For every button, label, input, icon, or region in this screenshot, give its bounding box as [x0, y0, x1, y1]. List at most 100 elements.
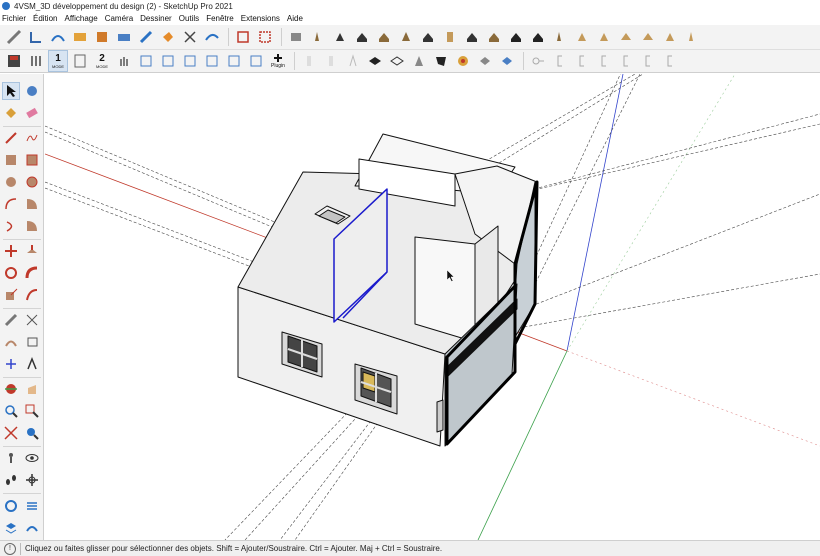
layout-button-1[interactable]	[136, 51, 156, 71]
view-button-11[interactable]	[528, 27, 548, 47]
style-button-2[interactable]	[321, 51, 341, 71]
layout-button-6[interactable]	[246, 51, 266, 71]
menu-fichier[interactable]: Fichier	[2, 14, 26, 23]
group-button[interactable]	[255, 27, 275, 47]
dimension-tool[interactable]	[23, 311, 41, 329]
menu-aide[interactable]: Aide	[287, 14, 303, 23]
rotate-tool[interactable]	[2, 264, 20, 282]
rotated-rectangle-tool[interactable]	[23, 151, 41, 169]
mode-2-button[interactable]: 2 MODE	[92, 50, 112, 72]
follow-me-button[interactable]	[202, 27, 222, 47]
select-button[interactable]	[2, 82, 20, 100]
polygon-tool[interactable]	[23, 173, 41, 191]
view-button-17[interactable]	[660, 27, 680, 47]
section-plane-button[interactable]	[136, 27, 156, 47]
move-tool[interactable]	[2, 242, 20, 260]
view-button-18[interactable]	[682, 27, 702, 47]
view-button-4[interactable]	[374, 27, 394, 47]
zoom-extents-tool[interactable]	[2, 424, 20, 442]
hand-button[interactable]	[114, 51, 134, 71]
offset-tool[interactable]	[23, 286, 41, 304]
style-button-1[interactable]	[299, 51, 319, 71]
look-around-tool[interactable]	[23, 449, 41, 467]
axes-button[interactable]	[92, 27, 112, 47]
section-plane-tool[interactable]	[23, 471, 41, 489]
walk-tool[interactable]	[2, 471, 20, 489]
monochrome-button[interactable]	[475, 51, 495, 71]
dimension-button[interactable]	[26, 27, 46, 47]
side-window[interactable]	[436, 399, 444, 433]
view-button-7[interactable]	[440, 27, 460, 47]
scale-tool[interactable]	[2, 286, 20, 304]
view-button-15[interactable]	[616, 27, 636, 47]
follow-me-tool[interactable]	[23, 264, 41, 282]
view-button-14[interactable]	[594, 27, 614, 47]
menu-fenetre[interactable]: Fenêtre	[206, 14, 234, 23]
freehand-tool[interactable]	[23, 129, 41, 147]
shadows-button[interactable]	[497, 51, 517, 71]
page-button[interactable]	[70, 51, 90, 71]
fog-button[interactable]	[528, 51, 548, 71]
layers-tool[interactable]	[2, 519, 20, 537]
view-button-2[interactable]	[330, 27, 350, 47]
interior-partition[interactable]	[414, 236, 476, 343]
view-button-13[interactable]	[572, 27, 592, 47]
styles-tool[interactable]	[23, 519, 41, 537]
view-button-16[interactable]	[638, 27, 658, 47]
wireframe-button[interactable]	[387, 51, 407, 71]
view-button-10[interactable]	[506, 27, 526, 47]
bracket-button-5[interactable]	[638, 51, 658, 71]
bracket-button-6[interactable]	[660, 51, 680, 71]
menu-edition[interactable]: Édition	[33, 14, 57, 23]
xray-button[interactable]	[365, 51, 385, 71]
menu-extensions[interactable]: Extensions	[241, 14, 280, 23]
view-button-9[interactable]	[484, 27, 504, 47]
layout-button-4[interactable]	[202, 51, 222, 71]
circle-tool[interactable]	[2, 173, 20, 191]
save-button[interactable]	[4, 51, 24, 71]
layout-button-5[interactable]	[224, 51, 244, 71]
component-button[interactable]	[233, 27, 253, 47]
previous-view-tool[interactable]	[23, 424, 41, 442]
2-point-arc-tool[interactable]	[23, 195, 41, 213]
mode-1-button[interactable]: 1 MODE	[48, 50, 68, 72]
orbit-tool[interactable]	[2, 380, 20, 398]
menu-outils[interactable]: Outils	[179, 14, 199, 23]
layout-button-3[interactable]	[180, 51, 200, 71]
shaded-button[interactable]	[431, 51, 451, 71]
zoom-window-tool[interactable]	[23, 402, 41, 420]
axes-tool[interactable]	[2, 355, 20, 373]
menu-dessiner[interactable]: Dessiner	[140, 14, 172, 23]
line-tool[interactable]	[2, 129, 20, 147]
style-button-3[interactable]	[343, 51, 363, 71]
arc-tool[interactable]	[2, 195, 20, 213]
view-button-8[interactable]	[462, 27, 482, 47]
bracket-button-2[interactable]	[572, 51, 592, 71]
position-camera-tool[interactable]	[2, 449, 20, 467]
bracket-button-3[interactable]	[594, 51, 614, 71]
view-button-5[interactable]	[396, 27, 416, 47]
model-info-button[interactable]	[26, 51, 46, 71]
textured-button[interactable]	[453, 51, 473, 71]
paint-bucket-button[interactable]	[158, 27, 178, 47]
zoom-tool[interactable]	[2, 402, 20, 420]
paint-bucket-tool[interactable]	[2, 104, 20, 122]
scene-canvas[interactable]	[45, 74, 820, 540]
3d-text-button[interactable]	[114, 27, 134, 47]
view-button-3[interactable]	[352, 27, 372, 47]
view-button-12[interactable]	[550, 27, 570, 47]
warehouse-tool[interactable]	[2, 497, 20, 515]
plugin-button[interactable]: Plugin	[268, 51, 288, 71]
view-button-6[interactable]	[418, 27, 438, 47]
pan-tool[interactable]	[23, 380, 41, 398]
info-icon[interactable]: !	[4, 542, 16, 555]
tape-measure-tool[interactable]	[2, 311, 20, 329]
text-button[interactable]	[70, 27, 90, 47]
rectangle-tool[interactable]	[2, 151, 20, 169]
views-iso-button[interactable]	[286, 27, 306, 47]
extension-warehouse-tool[interactable]	[23, 497, 41, 515]
component-select-button[interactable]	[23, 82, 41, 100]
menu-camera[interactable]: Caméra	[105, 14, 133, 23]
house-model[interactable]	[237, 133, 539, 447]
view-button-1[interactable]	[308, 27, 328, 47]
